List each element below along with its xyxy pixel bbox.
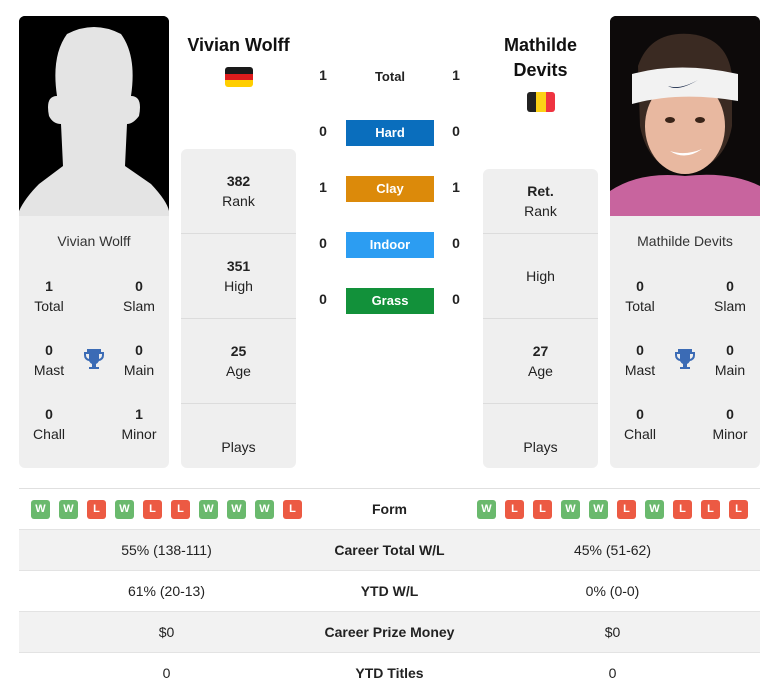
form-win-badge[interactable]: W [31,499,50,519]
player-portrait-icon [610,16,760,216]
p1-minor-titles: 1 Minor [121,406,157,442]
p2-minor-titles: 0 Minor [712,406,748,442]
p2-value: 0 [608,665,617,681]
form-label: Form [372,501,407,517]
form-loss-badge[interactable]: L [701,499,720,519]
surface-hard[interactable]: Hard [346,120,434,146]
form-win-badge[interactable]: W [477,499,496,519]
p2-value: 0% (0-0) [585,583,640,599]
form-loss-badge[interactable]: L [143,499,162,519]
h2h-indoor-p1: 0 [319,235,327,251]
p2-mast-titles: 0 Mast [624,342,656,378]
p2-age: 27 Age [483,319,598,404]
p1-plays: Plays [221,438,256,455]
p2-value: 45% (51-62) [573,542,652,558]
p1-age: 25 Age [181,319,296,404]
form-win-badge[interactable]: W [561,499,580,519]
p1-main-titles: 0 Main [123,342,155,378]
h2h-total-p1: 1 [319,67,327,83]
h2h-grass-p1: 0 [319,291,327,307]
player2-photo [610,16,760,216]
player2-name[interactable]: Mathilde Devits [483,33,598,83]
form-loss-badge[interactable]: L [729,499,748,519]
p2-rank: Ret. Rank [483,169,598,234]
p2-total-titles: 0 Total [625,278,655,314]
form-loss-badge[interactable]: L [171,499,190,519]
form-win-badge[interactable]: W [645,499,664,519]
silhouette-icon [19,16,169,216]
h2h-clay-p1: 1 [319,179,327,195]
p1-total-titles: 1 Total [34,278,64,314]
player2-name-line2: Devits [513,60,568,80]
player2-stats: Ret. Rank High 27 Age Plays [483,169,598,468]
comparison-row-ytd-titles: 0 YTD Titles 0 [19,652,760,693]
trophy-icon [82,347,106,371]
h2h-total-p2: 1 [452,67,460,83]
surface-grass[interactable]: Grass [346,288,434,314]
form-loss-badge[interactable]: L [617,499,636,519]
p1-high: 351 High [181,234,296,319]
p2-chall-titles: 0 Chall [624,406,656,442]
comparison-row-ytd-wl: 61% (20-13) YTD W/L 0% (0-0) [19,570,760,611]
row-label: Career Prize Money [324,624,455,640]
player2-card-name: Mathilde Devits [637,233,733,249]
comparison-row-prize-money: $0 Career Prize Money $0 [19,611,760,652]
p1-value: 0 [162,665,171,681]
player1-card-name: Vivian Wolff [57,233,131,249]
form-loss-badge[interactable]: L [283,499,302,519]
row-label: Career Total W/L [334,542,445,558]
p1-value: 61% (20-13) [127,583,206,599]
h2h-hard-p1: 0 [319,123,327,139]
form-loss-badge[interactable]: L [533,499,552,519]
row-label: YTD Titles [355,665,424,681]
h2h-total-label: Total [374,69,406,84]
surface-indoor[interactable]: Indoor [346,232,434,258]
form-win-badge[interactable]: W [255,499,274,519]
player2-card: Mathilde Devits 0 Total 0 Slam 0 Mast 0 Main… [610,216,760,468]
belgium-flag-icon [527,92,555,112]
form-loss-badge[interactable]: L [87,499,106,519]
p2-slam-titles: 0 Slam [714,278,746,314]
form-loss-badge[interactable]: L [505,499,524,519]
form-win-badge[interactable]: W [199,499,218,519]
form-loss-badge[interactable]: L [673,499,692,519]
form-win-badge[interactable]: W [227,499,246,519]
row-label: YTD W/L [360,583,419,599]
player1-name[interactable]: Vivian Wolff [181,33,296,58]
p1-value: $0 [158,624,175,640]
h2h-grass-p2: 0 [452,291,460,307]
player2-form: WLLWWLWLLL [477,499,748,519]
player2-name-line1: Mathilde [503,35,577,55]
form-win-badge[interactable]: W [589,499,608,519]
p1-slam-titles: 0 Slam [123,278,155,314]
comparison-row-career-wl: 55% (138-111) Career Total W/L 45% (51-6… [19,529,760,570]
form-row: WWLWLLWWWL Form WLLWWLWLLL [19,488,760,529]
player1-card: Vivian Wolff 1 Total 0 Slam 0 Mast 0 Main 0C… [19,216,169,468]
p2-high: High [483,234,598,319]
h2h-indoor-p2: 0 [452,235,460,251]
h2h-clay-p2: 1 [452,179,460,195]
player1-stats: 382 Rank 351 High 25 Age Plays [181,149,296,468]
p1-value: 55% (138-111) [121,542,212,558]
p1-mast-titles: 0 Mast [33,342,65,378]
form-win-badge[interactable]: W [59,499,78,519]
surface-clay[interactable]: Clay [346,176,434,202]
player1-photo [19,16,169,216]
form-win-badge[interactable]: W [115,499,134,519]
trophy-icon [673,347,697,371]
p2-value: $0 [604,624,621,640]
p1-chall-titles: 0 Chall [33,406,65,442]
p2-main-titles: 0 Main [714,342,746,378]
germany-flag-icon [225,67,253,87]
p1-rank: 382 Rank [181,149,296,234]
h2h-hard-p2: 0 [452,123,460,139]
p2-plays: Plays [523,438,558,455]
player1-form: WWLWLLWWWL [31,499,302,519]
